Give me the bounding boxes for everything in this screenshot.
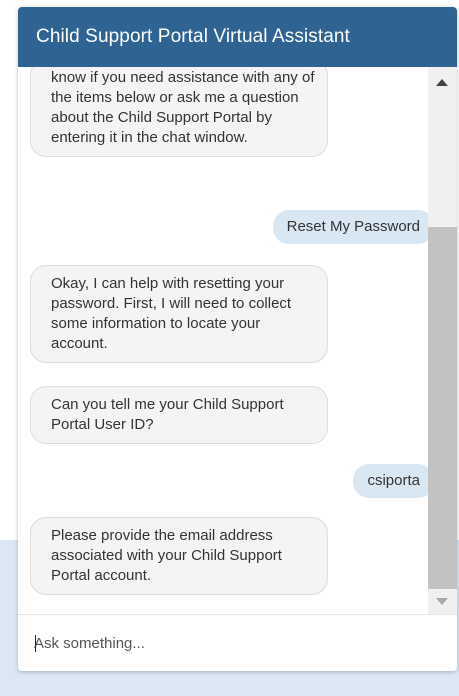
scroll-down-arrow-icon[interactable] bbox=[436, 598, 448, 605]
bot-message: Okay, I can help with resetting your pas… bbox=[30, 265, 328, 363]
chat-input-row bbox=[18, 614, 457, 671]
scrollbar-thumb[interactable] bbox=[428, 227, 457, 589]
scroll-up-arrow-icon[interactable] bbox=[436, 79, 448, 86]
bot-message: Please provide the email address associa… bbox=[30, 517, 328, 595]
text-caret bbox=[35, 635, 36, 652]
bot-message: Can you tell me your Child Support Porta… bbox=[30, 386, 328, 444]
ask-input[interactable] bbox=[34, 629, 434, 657]
user-message: Reset My Password bbox=[272, 210, 434, 244]
chat-title: Child Support Portal Virtual Assistant bbox=[36, 26, 350, 47]
chat-header: Child Support Portal Virtual Assistant bbox=[18, 7, 457, 67]
bot-message: know if you need assistance with any of … bbox=[30, 67, 328, 157]
chat-window: Child Support Portal Virtual Assistant k… bbox=[18, 7, 457, 671]
message-list: know if you need assistance with any of … bbox=[18, 67, 434, 614]
transcript-scrollbar[interactable] bbox=[428, 67, 457, 614]
user-message: csiporta bbox=[353, 464, 434, 498]
chat-transcript[interactable]: know if you need assistance with any of … bbox=[18, 67, 457, 614]
